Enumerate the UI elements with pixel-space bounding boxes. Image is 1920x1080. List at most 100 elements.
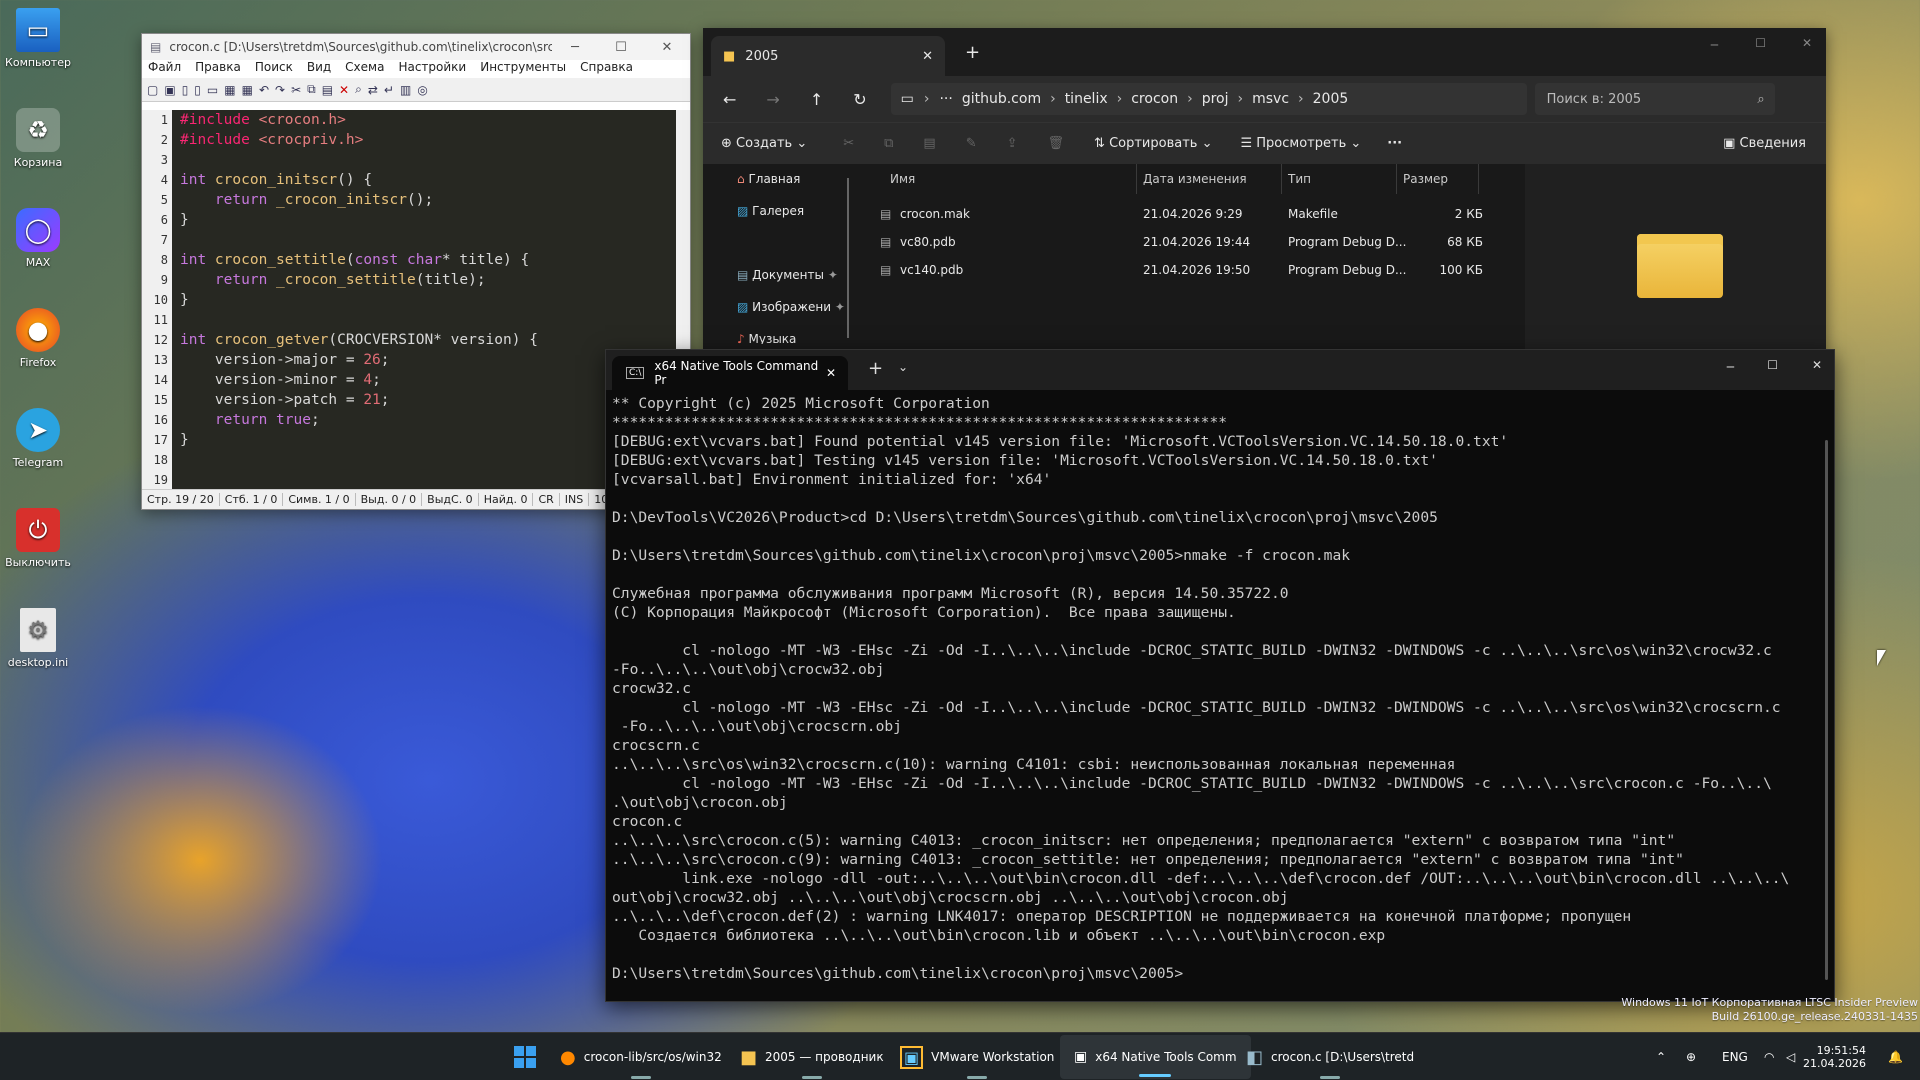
menu-scheme[interactable]: Схема: [345, 60, 384, 78]
volume-icon[interactable]: ◁: [1786, 1033, 1795, 1080]
close-button[interactable]: ✕: [644, 40, 690, 55]
network-globe-icon[interactable]: ⊕: [1686, 1033, 1696, 1080]
close-tab-icon[interactable]: ✕: [922, 49, 933, 64]
terminal-output[interactable]: ** Copyright (c) 2025 Microsoft Corporat…: [612, 394, 1816, 983]
terminal-scrollbar[interactable]: [1825, 440, 1828, 980]
taskbar-item-vmware[interactable]: ▣ VMware Workstation: [900, 1033, 1054, 1080]
maximize-button[interactable]: ☐: [1755, 36, 1766, 50]
nav-scrollbar[interactable]: [847, 178, 849, 338]
view-icon[interactable]: ◎: [417, 83, 427, 97]
explorer-tab[interactable]: ■ 2005 ✕: [711, 36, 945, 76]
delete-icon[interactable]: ✕: [339, 83, 349, 97]
desktop-icon-desktop-ini[interactable]: ⚙ desktop.ini: [4, 608, 72, 669]
maximize-button[interactable]: ☐: [1767, 358, 1778, 372]
menu-file[interactable]: Файл: [148, 60, 181, 78]
share-icon[interactable]: ⇪: [1007, 136, 1018, 151]
maximize-button[interactable]: ☐: [598, 40, 644, 55]
forward-icon[interactable]: →: [766, 90, 779, 109]
clock[interactable]: 19:51:54 21.04.2026: [1803, 1033, 1866, 1080]
save-as-icon[interactable]: ▯: [194, 83, 201, 97]
notifications-bell-icon[interactable]: 🔔: [1888, 1033, 1903, 1080]
file-row[interactable]: ▤ vc80.pdb 21.04.2026 19:44 Program Debug D…: [878, 228, 1483, 256]
rename-icon[interactable]: ✎: [966, 136, 977, 151]
breadcrumb-item[interactable]: proj: [1193, 91, 1238, 107]
close-button[interactable]: ✕: [1802, 36, 1812, 50]
close-tab-icon[interactable]: ✕: [826, 366, 836, 380]
paste-icon[interactable]: ▤: [322, 83, 333, 97]
column-header-size[interactable]: Размер: [1397, 164, 1479, 194]
code-area[interactable]: #include <crocon.h> #include <crocpriv.h…: [180, 110, 676, 489]
menu-search[interactable]: Поиск: [255, 60, 293, 78]
taskbar-item-firefox[interactable]: ● crocon-lib/src/os/win32: [560, 1033, 722, 1080]
up-icon[interactable]: ↑: [810, 90, 823, 109]
replace-icon[interactable]: ⇄: [368, 83, 378, 97]
menu-settings[interactable]: Настройки: [398, 60, 466, 78]
copy-icon[interactable]: ⧉: [307, 82, 316, 97]
new-tab-icon[interactable]: +: [965, 42, 980, 63]
wifi-icon[interactable]: ◠: [1764, 1033, 1774, 1080]
cut-icon[interactable]: ✂: [291, 83, 301, 97]
copy-icon[interactable]: ⧉: [884, 136, 893, 151]
back-icon[interactable]: ←: [723, 90, 736, 109]
taskbar-item-notepad[interactable]: ◧ crocon.c [D:\Users\tretd: [1246, 1033, 1414, 1080]
column-header-date[interactable]: Дата изменения: [1137, 164, 1282, 194]
code-editor[interactable]: 1 2 3 4 5 6 7 8 9 10 11 12 13 14 15 16 17 18 19 #include <…: [142, 110, 676, 489]
taskbar-item-terminal[interactable]: ▣ x64 Native Tools Comm: [1060, 1035, 1251, 1079]
new-file-icon[interactable]: ▯: [182, 83, 189, 97]
minimize-button[interactable]: ─: [1711, 38, 1718, 52]
desktop-icon-firefox[interactable]: ● Firefox: [4, 308, 72, 369]
minimize-button[interactable]: ─: [552, 40, 598, 55]
desktop-icon-recycle-bin[interactable]: ♻ Корзина: [4, 108, 72, 169]
nav-item-gallery[interactable]: ▨ Галерея: [737, 204, 804, 218]
notepad-titlebar[interactable]: ▤ crocon.c [D:\Users\tretdm\Sources\gith…: [142, 34, 690, 60]
dropdown-icon[interactable]: ⌄: [898, 360, 908, 374]
breadcrumb-item[interactable]: crocon: [1122, 91, 1187, 107]
menu-help[interactable]: Справка: [580, 60, 633, 78]
nav-item-music[interactable]: ♪ Музыка: [737, 332, 796, 344]
breadcrumb[interactable]: ▭ › ··· github.com › tinelix › crocon › pro…: [890, 83, 1527, 115]
breadcrumb-item[interactable]: msvc: [1243, 91, 1298, 107]
menu-view[interactable]: Вид: [307, 60, 331, 78]
refresh-icon[interactable]: ↻: [853, 90, 866, 109]
paste-icon[interactable]: ▤: [923, 136, 935, 151]
column-header-type[interactable]: Тип: [1282, 164, 1397, 194]
save-icon[interactable]: ▦: [224, 83, 235, 97]
delete-icon[interactable]: 🗑: [1048, 136, 1065, 151]
file-row[interactable]: ▤ crocon.mak 21.04.2026 9:29 Makefile 2 КБ: [878, 200, 1483, 228]
menu-tools[interactable]: Инструменты: [480, 60, 566, 78]
menu-edit[interactable]: Правка: [195, 60, 241, 78]
redo-icon[interactable]: ↷: [275, 83, 285, 97]
sort-button[interactable]: ⇅ Сортировать ⌄: [1094, 136, 1212, 151]
open-icon[interactable]: ▣: [164, 83, 175, 97]
new-tab-icon[interactable]: +: [868, 358, 883, 379]
language-indicator[interactable]: ENG: [1722, 1033, 1748, 1080]
more-crumbs-icon[interactable]: ···: [939, 91, 952, 107]
save-all-icon[interactable]: ▦: [242, 83, 253, 97]
open-folder-icon[interactable]: ▭: [207, 83, 218, 97]
view-button[interactable]: ☰ Просмотреть ⌄: [1240, 136, 1361, 151]
breadcrumb-item[interactable]: github.com: [953, 91, 1050, 107]
cut-icon[interactable]: ✂: [843, 136, 854, 151]
breadcrumb-item[interactable]: 2005: [1304, 91, 1358, 107]
create-button[interactable]: ⊕ Создать ⌄: [721, 136, 807, 151]
undo-icon[interactable]: ↶: [259, 83, 269, 97]
close-button[interactable]: ✕: [1812, 358, 1822, 372]
scheme-icon[interactable]: ▥: [400, 83, 411, 97]
desktop-icon-telegram[interactable]: ➤ Telegram: [4, 408, 72, 469]
search-input[interactable]: Поиск в: 2005 ⌕: [1534, 83, 1775, 115]
file-row[interactable]: ▤ vc140.pdb 21.04.2026 19:50 Program Debug …: [878, 256, 1483, 284]
minimize-button[interactable]: ─: [1727, 360, 1734, 374]
taskbar-item-explorer[interactable]: ■ 2005 — проводник: [740, 1033, 884, 1080]
start-button[interactable]: [514, 1033, 536, 1080]
nav-item-pictures[interactable]: ▨ Изображени ✦: [737, 300, 845, 314]
new-icon[interactable]: ▢: [147, 83, 158, 97]
find-icon[interactable]: ⌕: [355, 82, 362, 97]
desktop-icon-computer[interactable]: ▭ Компьютер: [4, 8, 72, 69]
desktop-icon-shutdown[interactable]: ⏻ Выключить: [4, 508, 72, 569]
details-button[interactable]: ▣ Сведения: [1723, 136, 1806, 151]
nav-item-documents[interactable]: ▤ Документы ✦: [737, 268, 838, 282]
show-hidden-icons-icon[interactable]: ⌃: [1656, 1033, 1666, 1080]
terminal-tab[interactable]: C:\ x64 Native Tools Command Pr ✕: [612, 356, 848, 390]
nav-item-home[interactable]: ⌂ Главная: [737, 172, 800, 186]
column-header-name[interactable]: Имя: [884, 164, 1137, 194]
